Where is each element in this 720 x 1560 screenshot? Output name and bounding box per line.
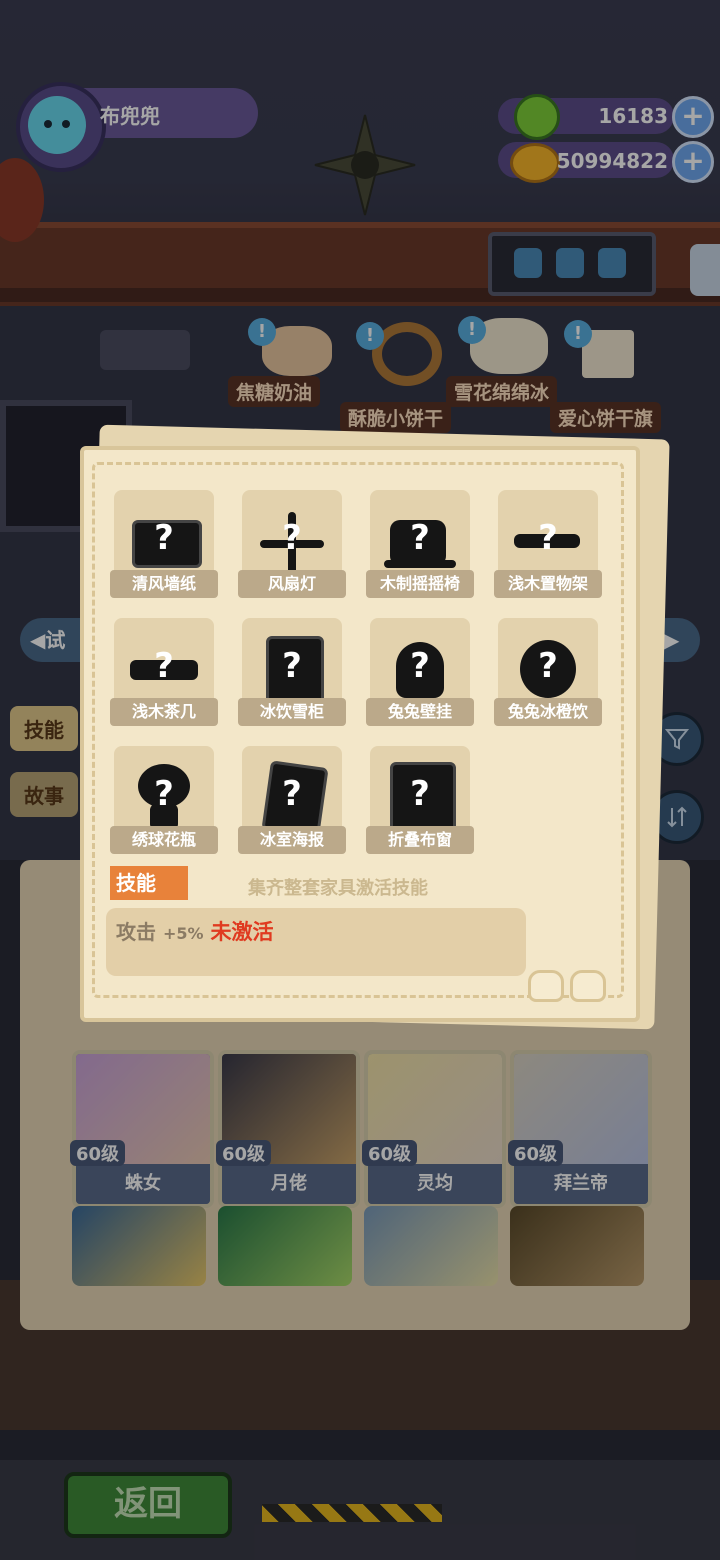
furniture-label: 折叠布窗 bbox=[366, 826, 474, 854]
furniture-label: 冰室海报 bbox=[238, 826, 346, 854]
skill-effect: 攻击 +5% 未激活 bbox=[116, 916, 274, 946]
skill-status: 未激活 bbox=[210, 920, 274, 944]
rocking-chair-silhouette-icon bbox=[384, 560, 456, 568]
skill-hint: 集齐整套家具激活技能 bbox=[248, 878, 428, 899]
furniture-label: 兔兔冰橙饮 bbox=[494, 698, 602, 726]
cat-decoration-icon bbox=[528, 970, 564, 1002]
unknown-icon: ? bbox=[410, 518, 430, 558]
unknown-icon: ? bbox=[410, 646, 430, 686]
skill-stat-name: 攻击 bbox=[116, 920, 156, 944]
cat-decoration-icon bbox=[570, 970, 606, 1002]
unknown-icon: ? bbox=[538, 518, 558, 558]
furniture-label: 兔兔壁挂 bbox=[366, 698, 474, 726]
unknown-icon: ? bbox=[282, 518, 302, 558]
unknown-icon: ? bbox=[282, 646, 302, 686]
unknown-icon: ? bbox=[282, 774, 302, 814]
furniture-label: 浅木茶几 bbox=[110, 698, 218, 726]
skill-stat-value: +5% bbox=[162, 924, 204, 943]
furniture-label: 风扇灯 bbox=[238, 570, 346, 598]
unknown-icon: ? bbox=[154, 518, 174, 558]
unknown-icon: ? bbox=[154, 774, 174, 814]
furniture-label: 清风墙纸 bbox=[110, 570, 218, 598]
unknown-icon: ? bbox=[538, 646, 558, 686]
unknown-icon: ? bbox=[410, 774, 430, 814]
unknown-icon: ? bbox=[154, 646, 174, 686]
furniture-label: 浅木置物架 bbox=[494, 570, 602, 598]
furniture-label: 木制摇摇椅 bbox=[366, 570, 474, 598]
furniture-label: 冰饮雪柜 bbox=[238, 698, 346, 726]
furniture-label: 绣球花瓶 bbox=[110, 826, 218, 854]
skill-tag: 技能 bbox=[110, 866, 188, 900]
